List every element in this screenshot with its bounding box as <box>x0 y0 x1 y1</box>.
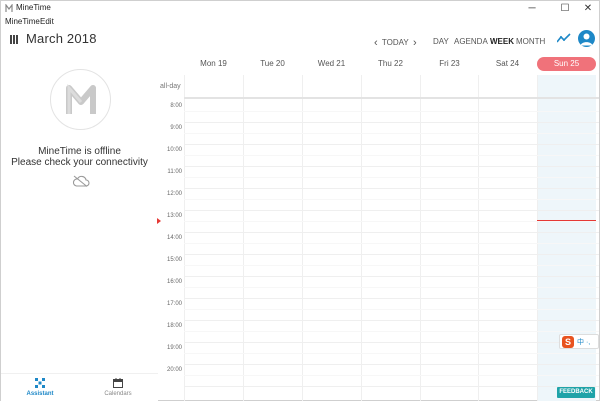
app-logo-icon <box>5 4 13 12</box>
grid-line <box>184 133 599 134</box>
grid-line <box>184 210 599 211</box>
grid-line <box>184 199 599 200</box>
assistant-icon <box>35 378 45 388</box>
time-label: 10:00 <box>166 147 182 153</box>
grid-line <box>184 243 599 244</box>
time-label: 19:00 <box>166 345 182 351</box>
grid-line <box>184 111 599 112</box>
tab-assistant[interactable]: Assistant <box>1 374 79 402</box>
feedback-button[interactable]: FEEDBACK <box>557 387 595 398</box>
assistant-sidebar: MineTime is offline Please check your co… <box>1 53 158 401</box>
offline-title: MineTime is offline <box>38 146 121 157</box>
day-header-fri[interactable]: Fri 23 <box>420 57 479 71</box>
grid-line <box>184 353 599 354</box>
grid-line <box>184 364 599 365</box>
sidebar-toggle-icon[interactable] <box>10 35 18 44</box>
minetime-logo <box>50 69 111 130</box>
grid-line <box>184 177 599 178</box>
day-header-wed[interactable]: Wed 21 <box>302 57 361 71</box>
maximize-button[interactable]: ☐ <box>554 1 576 16</box>
time-label: 12:00 <box>166 191 182 197</box>
tab-assistant-label: Assistant <box>26 391 54 397</box>
prev-week-button[interactable]: ‹ <box>374 37 378 49</box>
day-header-tue[interactable]: Tue 20 <box>243 57 302 71</box>
time-label: 18:00 <box>166 323 182 329</box>
day-header-sat[interactable]: Sat 24 <box>478 57 537 71</box>
time-label: 11:00 <box>167 169 182 175</box>
day-headers: Mon 19 Tue 20 Wed 21 Thu 22 Fri 23 Sat 2… <box>158 57 599 73</box>
minetime-logo-icon <box>66 83 96 114</box>
grid-line <box>184 221 599 222</box>
grid-line <box>184 232 599 233</box>
grid-line <box>184 320 599 321</box>
view-week-button[interactable]: WEEK <box>490 37 514 46</box>
day-header-thu[interactable]: Thu 22 <box>361 57 420 71</box>
user-avatar[interactable] <box>578 30 595 47</box>
today-nav: ‹ TODAY › <box>374 36 417 49</box>
week-view: Mon 19 Tue 20 Wed 21 Thu 22 Fri 23 Sat 2… <box>157 53 599 401</box>
grid-line <box>184 309 599 310</box>
grid-line <box>184 144 599 145</box>
ime-logo-icon: S <box>562 336 574 348</box>
grid-line <box>184 386 599 387</box>
grid-line <box>184 287 599 288</box>
window-title: MineTime <box>16 3 51 12</box>
current-time-line <box>537 220 596 221</box>
insights-trend-icon[interactable] <box>557 33 571 43</box>
calendar-icon <box>113 378 123 388</box>
time-label: 15:00 <box>166 257 182 263</box>
time-label: 13:00 <box>166 213 182 219</box>
view-day-button[interactable]: DAY <box>433 37 449 46</box>
view-month-button[interactable]: MONTH <box>516 37 545 46</box>
time-label: 8:00 <box>170 103 182 109</box>
title-bar: MineTime ─ ☐ ✕ <box>1 1 599 16</box>
ime-mode-label: 中 ·, <box>577 339 591 346</box>
tab-calendars-label: Calendars <box>104 391 132 397</box>
day-header-sun-today[interactable]: Sun 25 <box>537 57 596 71</box>
today-button[interactable]: TODAY <box>382 38 409 47</box>
grid-line <box>184 331 599 332</box>
view-agenda-button[interactable]: AGENDA <box>454 37 488 46</box>
ime-toolbar[interactable]: S 中 ·, <box>559 334 599 349</box>
month-title: March 2018 <box>26 31 97 46</box>
grid-line <box>184 188 599 189</box>
time-grid[interactable]: all-day 8:00 9:00 10:00 11:00 12:00 13:0… <box>157 75 599 401</box>
cloud-offline-icon <box>72 175 90 187</box>
next-week-button[interactable]: › <box>413 37 417 49</box>
grid-line <box>184 342 599 343</box>
calendar-header: March 2018 ‹ TODAY › DAY AGENDA WEEK MON… <box>1 27 599 53</box>
grid-line <box>184 265 599 266</box>
grid-line <box>184 122 599 123</box>
grid-line <box>184 298 599 299</box>
sidebar-tabs: Assistant Calendars <box>1 373 158 401</box>
allday-row[interactable] <box>184 75 599 99</box>
grid-line <box>184 276 599 277</box>
menu-item-edit[interactable]: Edit <box>40 17 54 26</box>
menu-item-minetime[interactable]: MineTime <box>5 17 40 26</box>
app-window: MineTime ─ ☐ ✕ MineTime Edit March 2018 … <box>0 0 600 401</box>
tab-calendars[interactable]: Calendars <box>79 374 157 402</box>
minimize-button[interactable]: ─ <box>521 1 543 16</box>
grid-line <box>184 155 599 156</box>
current-time-marker <box>157 218 161 224</box>
menu-bar: MineTime Edit <box>1 16 599 27</box>
time-label: 20:00 <box>166 367 182 373</box>
time-label: 16:00 <box>166 279 182 285</box>
grid-line <box>184 254 599 255</box>
grid-line <box>184 166 599 167</box>
grid-line <box>184 375 599 376</box>
time-label: 14:00 <box>166 235 182 241</box>
day-header-mon[interactable]: Mon 19 <box>184 57 243 71</box>
time-label: 9:00 <box>170 125 182 131</box>
allday-label: all-day <box>160 83 181 90</box>
user-avatar-icon <box>580 33 593 46</box>
close-button[interactable]: ✕ <box>577 1 599 16</box>
time-label: 17:00 <box>166 301 182 307</box>
offline-message: Please check your connectivity <box>11 157 148 168</box>
